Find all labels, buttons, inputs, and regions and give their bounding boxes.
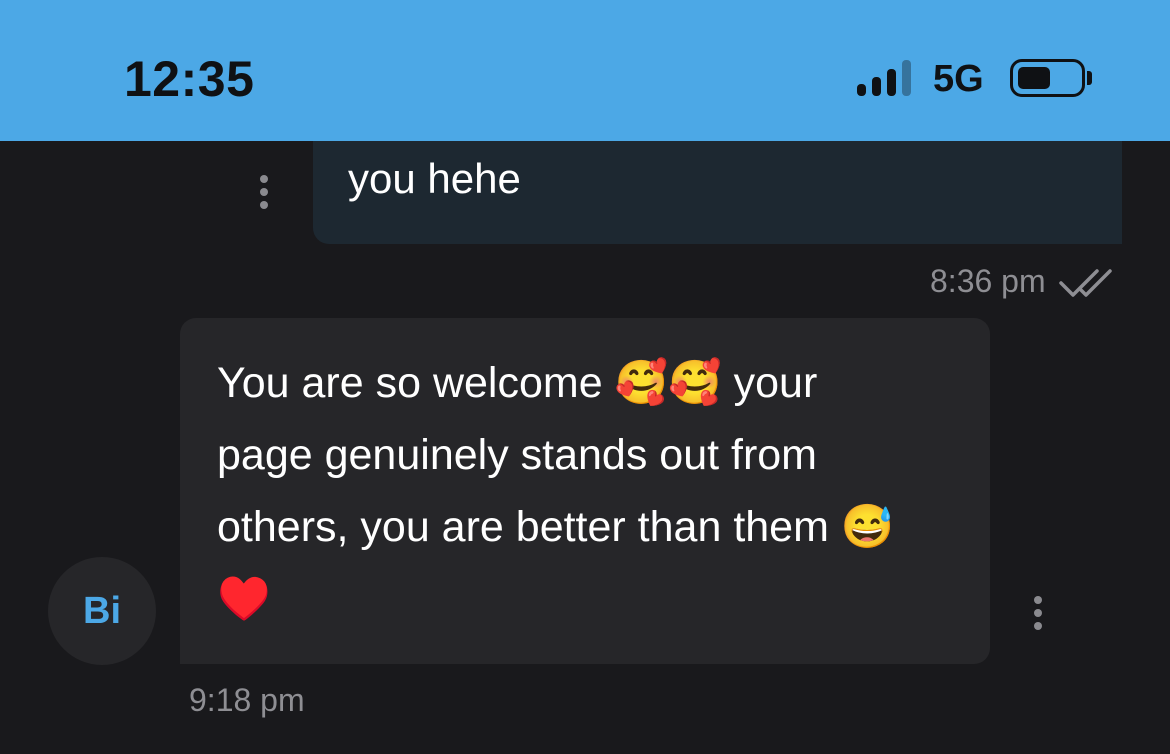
outgoing-message-time: 8:36 pm	[930, 263, 1046, 299]
double-check-icon	[1059, 269, 1112, 297]
battery-icon	[1010, 59, 1085, 97]
more-vertical-icon[interactable]	[260, 175, 268, 214]
battery-level-fill	[1018, 67, 1050, 89]
network-type: 5G	[933, 58, 984, 100]
more-vertical-icon[interactable]	[1034, 596, 1042, 635]
incoming-message-text: You are so welcome 🥰🥰 your page genuinel…	[217, 359, 895, 623]
status-time: 12:35	[124, 51, 255, 107]
cellular-signal-icon	[857, 60, 911, 96]
avatar-initials: Bi	[83, 590, 121, 632]
incoming-message-time: 9:18 pm	[189, 682, 305, 718]
avatar[interactable]: Bi	[48, 557, 156, 665]
battery-tip	[1087, 71, 1092, 85]
outgoing-message-text: you hehe	[348, 155, 521, 202]
status-bar: 12:35 5G	[0, 0, 1170, 141]
